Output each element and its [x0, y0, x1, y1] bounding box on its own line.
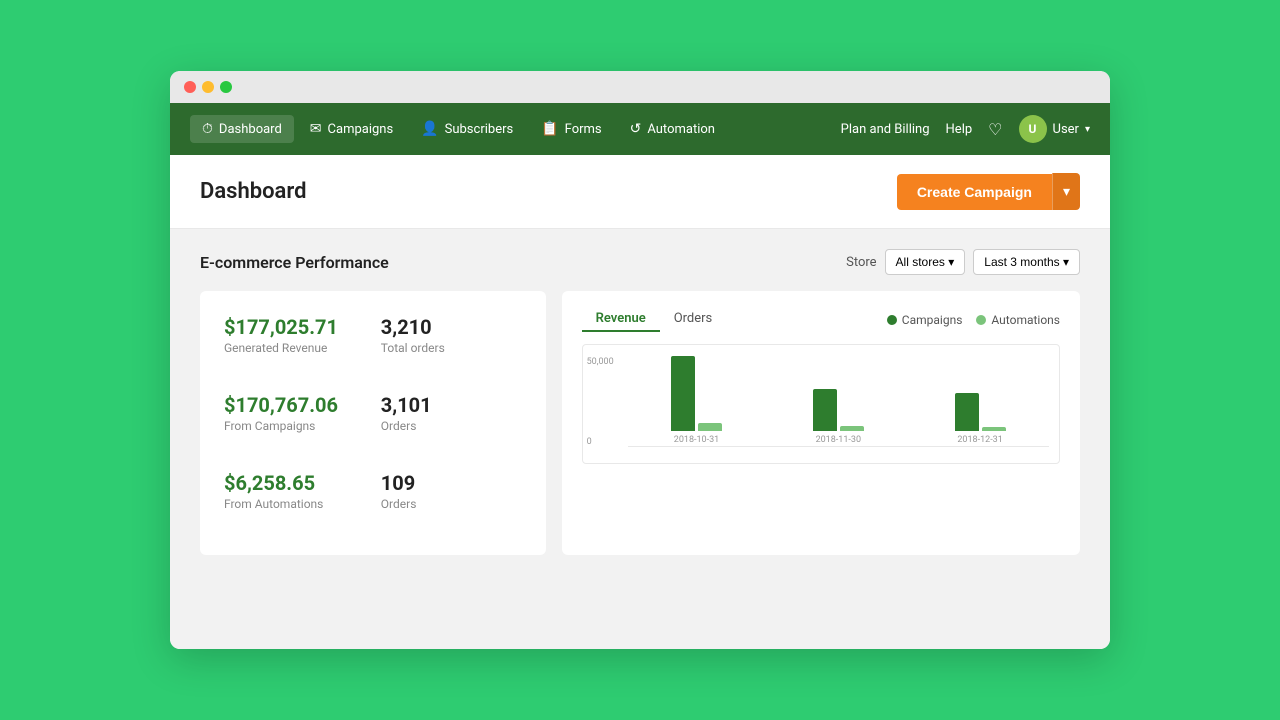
tab-orders[interactable]: Orders — [660, 307, 727, 332]
campaigns-orders-stat: 3,101 Orders — [381, 393, 522, 453]
bar-chart: 50,000 0 2018-10-31 — [582, 344, 1060, 464]
dashboard-icon: ⏱ — [202, 121, 213, 137]
automation-icon: ↺ — [630, 121, 642, 137]
time-dropdown[interactable]: Last 3 months ▾ — [973, 249, 1080, 275]
forms-icon: 📋 — [541, 121, 558, 137]
create-campaign-dropdown-button[interactable]: ▾ — [1052, 173, 1080, 210]
chart-card: Revenue Orders Campaigns Automations — [562, 291, 1080, 555]
minimize-dot[interactable] — [202, 81, 214, 93]
nav-forms-label: Forms — [565, 122, 602, 137]
page-title: Dashboard — [200, 179, 306, 204]
campaigns-revenue-label: From Campaigns — [224, 419, 365, 433]
page-header: Dashboard Create Campaign ▾ — [170, 155, 1110, 229]
campaigns-legend-dot — [887, 315, 897, 325]
campaigns-orders-label: Orders — [381, 419, 522, 433]
automations-legend-label: Automations — [991, 313, 1060, 327]
legend-campaigns: Campaigns — [887, 313, 963, 327]
total-orders-label: Total orders — [381, 341, 522, 355]
section-controls: Store All stores ▾ Last 3 months ▾ — [846, 249, 1080, 275]
close-dot[interactable] — [184, 81, 196, 93]
plan-billing-link[interactable]: Plan and Billing — [841, 122, 930, 137]
nav-subscribers-label: Subscribers — [445, 122, 514, 137]
user-menu[interactable]: U User ▾ — [1019, 115, 1090, 143]
y-label-top: 50,000 — [587, 357, 614, 367]
bar-label-nov: 2018-11-30 — [816, 435, 861, 445]
bar-group-oct: 2018-10-31 — [628, 351, 766, 445]
stat-row-top: $177,025.71 Generated Revenue 3,210 Tota… — [224, 315, 522, 375]
bar-automation-oct — [698, 423, 722, 431]
bar-chart-inner: 2018-10-31 2018-11-30 — [628, 355, 1049, 445]
divider-bottom — [628, 446, 1049, 447]
automations-legend-dot — [976, 315, 986, 325]
main-content: E-commerce Performance Store All stores … — [170, 229, 1110, 649]
bar-group-nov: 2018-11-30 — [769, 351, 907, 445]
create-campaign-main-button[interactable]: Create Campaign — [897, 174, 1052, 210]
generated-revenue-value: $177,025.71 — [224, 315, 365, 339]
campaigns-legend-label: Campaigns — [902, 313, 963, 327]
nav-item-forms[interactable]: 📋 Forms — [529, 115, 613, 143]
campaigns-revenue-value: $170,767.06 — [224, 393, 365, 417]
y-label-bottom: 0 — [587, 437, 592, 447]
bar-label-oct: 2018-10-31 — [674, 435, 719, 445]
chart-tabs-row: Revenue Orders Campaigns Automations — [582, 307, 1060, 332]
bar-campaign-oct — [671, 356, 695, 431]
subscribers-icon: 👤 — [421, 121, 438, 137]
bar-automation-nov — [840, 426, 864, 431]
bars-nov — [813, 351, 864, 431]
automations-orders-stat: 109 Orders — [381, 471, 522, 531]
automations-orders-value: 109 — [381, 471, 522, 495]
stats-card: $177,025.71 Generated Revenue 3,210 Tota… — [200, 291, 546, 555]
automations-orders-label: Orders — [381, 497, 522, 511]
generated-revenue-stat: $177,025.71 Generated Revenue — [224, 315, 365, 355]
stat-row-mid: $170,767.06 From Campaigns 3,101 Orders — [224, 393, 522, 453]
chevron-down-icon: ▾ — [1085, 124, 1090, 135]
maximize-dot[interactable] — [220, 81, 232, 93]
generated-revenue-label: Generated Revenue — [224, 341, 365, 355]
legend-automations: Automations — [976, 313, 1060, 327]
nav-bar: ⏱ Dashboard ✉ Campaigns 👤 Subscribers 📋 … — [170, 103, 1110, 155]
stats-row: $177,025.71 Generated Revenue 3,210 Tota… — [200, 291, 1080, 555]
nav-campaigns-label: Campaigns — [328, 122, 394, 137]
user-label: User — [1053, 122, 1079, 137]
campaigns-icon: ✉ — [310, 121, 322, 137]
bar-campaign-dec — [955, 393, 979, 431]
nav-left: ⏱ Dashboard ✉ Campaigns 👤 Subscribers 📋 … — [190, 115, 841, 143]
bar-campaign-nov — [813, 389, 837, 431]
bar-automation-dec — [982, 427, 1006, 431]
nav-item-campaigns[interactable]: ✉ Campaigns — [298, 115, 405, 143]
help-link[interactable]: Help — [946, 122, 973, 137]
nav-item-automation[interactable]: ↺ Automation — [618, 115, 727, 143]
automations-revenue-value: $6,258.65 — [224, 471, 365, 495]
stat-row-bot: $6,258.65 From Automations 109 Orders — [224, 471, 522, 531]
avatar: U — [1019, 115, 1047, 143]
chart-legend: Campaigns Automations — [887, 313, 1060, 327]
campaigns-orders-value: 3,101 — [381, 393, 522, 417]
automations-revenue-label: From Automations — [224, 497, 365, 511]
create-campaign-button[interactable]: Create Campaign ▾ — [897, 173, 1080, 210]
browser-window: ⏱ Dashboard ✉ Campaigns 👤 Subscribers 📋 … — [170, 71, 1110, 649]
bars-dec — [955, 351, 1006, 431]
total-orders-value: 3,210 — [381, 315, 522, 339]
nav-item-dashboard[interactable]: ⏱ Dashboard — [190, 115, 294, 143]
store-dropdown[interactable]: All stores ▾ — [885, 249, 966, 275]
bar-label-dec: 2018-12-31 — [957, 435, 1002, 445]
nav-dashboard-label: Dashboard — [219, 122, 282, 137]
section-title: E-commerce Performance — [200, 253, 389, 272]
browser-titlebar — [170, 71, 1110, 103]
automations-revenue-stat: $6,258.65 From Automations — [224, 471, 365, 511]
campaigns-revenue-stat: $170,767.06 From Campaigns — [224, 393, 365, 433]
tab-revenue[interactable]: Revenue — [582, 307, 660, 332]
nav-automation-label: Automation — [647, 122, 715, 137]
bars-oct — [671, 351, 722, 431]
bar-group-dec: 2018-12-31 — [911, 351, 1049, 445]
store-label: Store — [846, 255, 876, 270]
nav-item-subscribers[interactable]: 👤 Subscribers — [409, 115, 525, 143]
nav-right: Plan and Billing Help ♡ U User ▾ — [841, 115, 1090, 143]
total-orders-stat: 3,210 Total orders — [381, 315, 522, 375]
heart-icon[interactable]: ♡ — [988, 120, 1002, 139]
section-header: E-commerce Performance Store All stores … — [200, 249, 1080, 275]
